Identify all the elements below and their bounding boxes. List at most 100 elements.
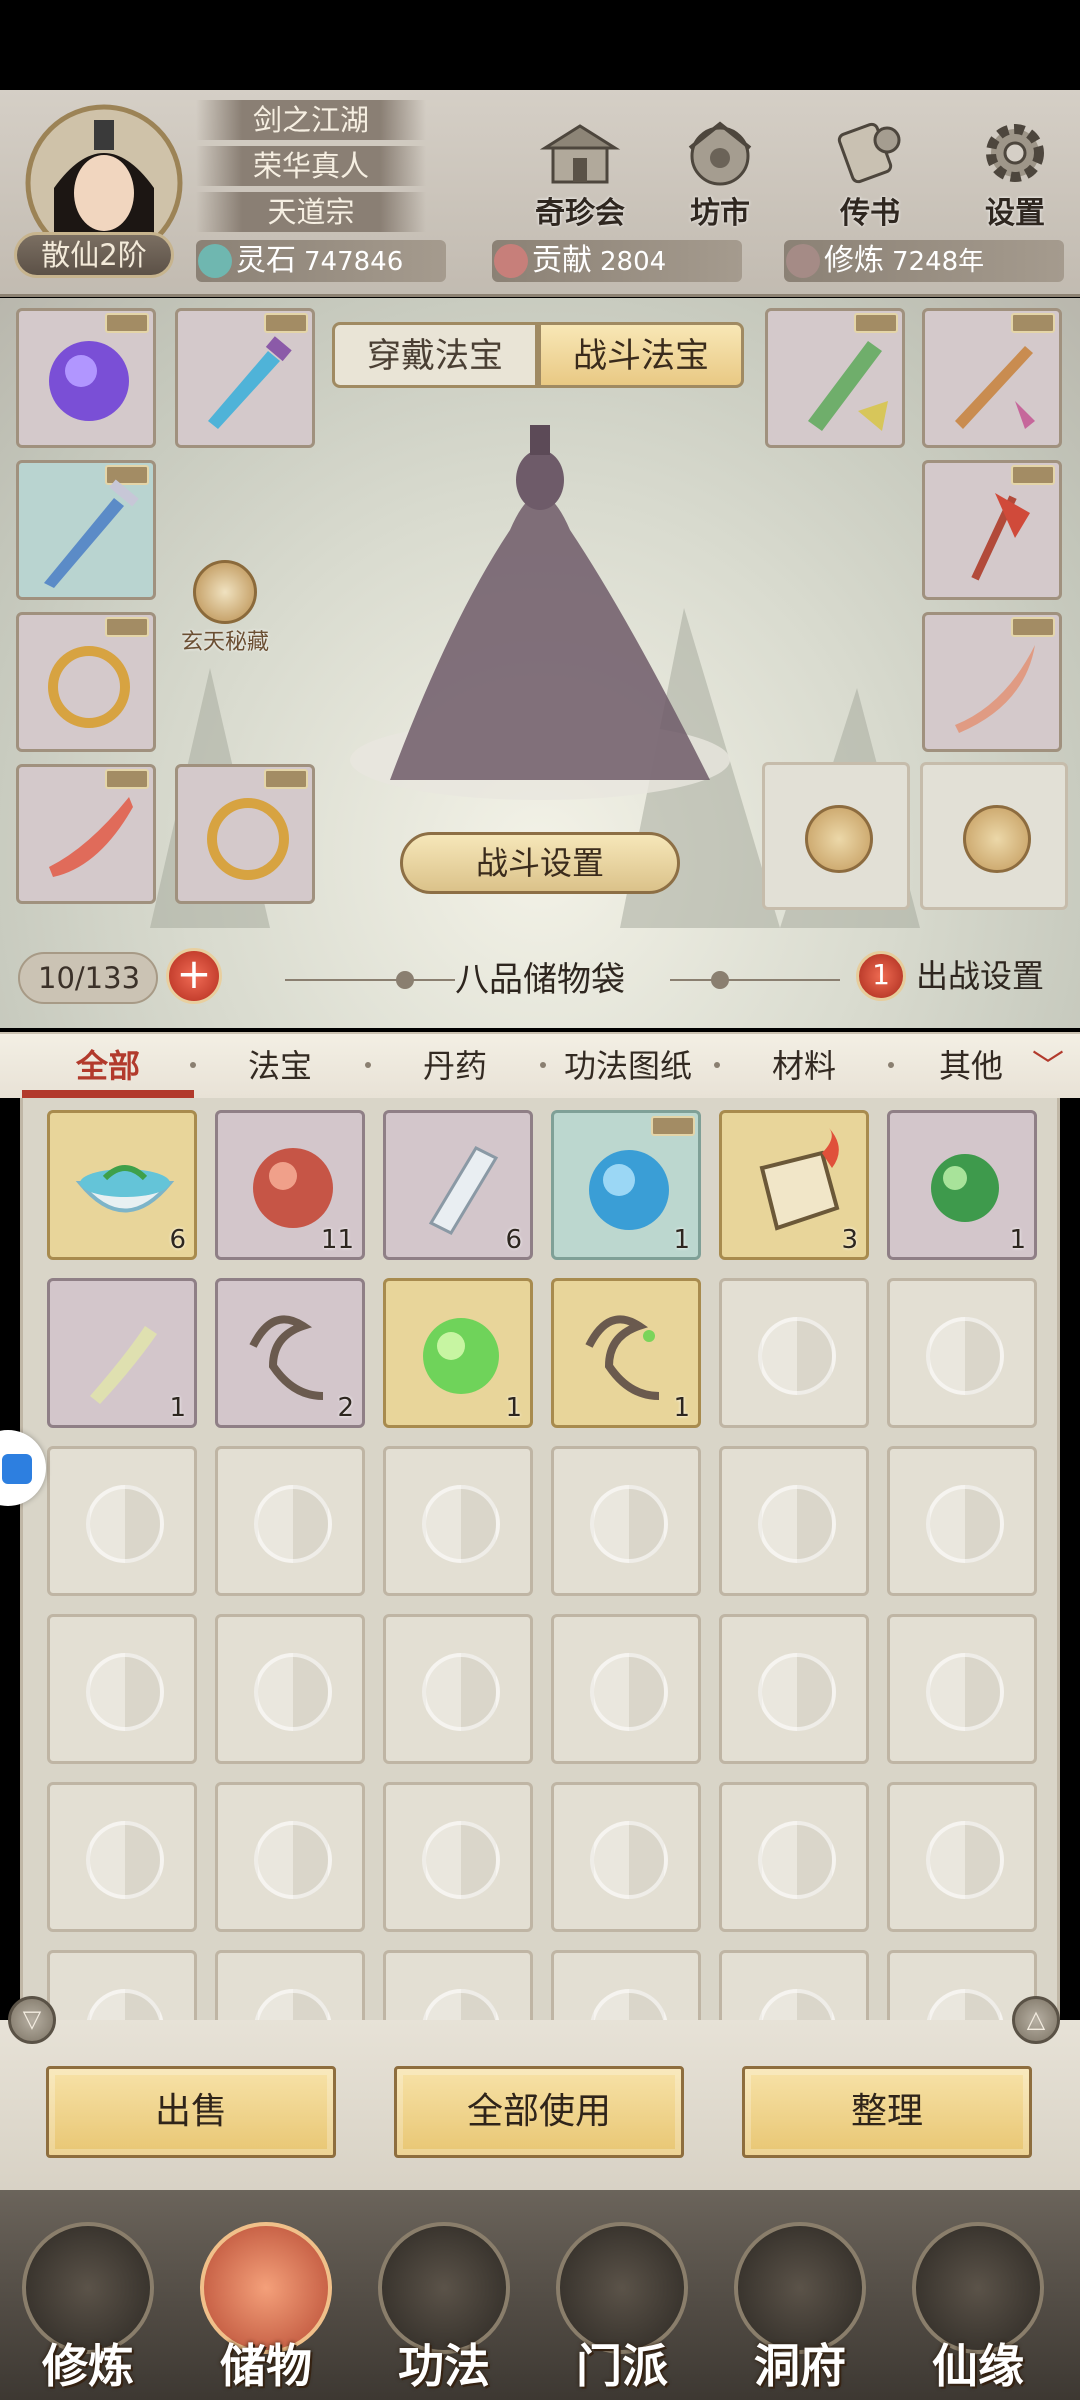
equip-slot[interactable] (16, 308, 156, 448)
gold-ring-icon (207, 798, 289, 880)
empty-slot[interactable] (887, 1614, 1037, 1764)
tab-worn-treasures[interactable]: 穿戴法宝 (332, 322, 538, 388)
settings-button[interactable]: 设置 (960, 118, 1070, 231)
nav-cave[interactable]: 洞府 (720, 2212, 880, 2400)
inventory-item[interactable]: 1 (887, 1110, 1037, 1260)
market-icon (688, 121, 752, 186)
lock-icon (963, 805, 1031, 873)
nav-cultivation[interactable]: 修炼 (8, 2212, 168, 2400)
equip-slot[interactable] (16, 764, 156, 904)
locked-slot[interactable] (920, 762, 1068, 910)
yin-yang-ornament-icon (670, 970, 840, 990)
inventory-item[interactable]: 1 (47, 1278, 197, 1428)
empty-slot[interactable] (383, 1446, 533, 1596)
treasure-pavilion-icon (539, 124, 621, 184)
empty-slot[interactable] (383, 1614, 533, 1764)
tab-materials[interactable]: 材料 (724, 1040, 884, 1092)
spirit-stone-display: 灵石 747846 (196, 240, 446, 282)
treasure-pavilion-button[interactable]: 奇珍会 (525, 118, 635, 231)
empty-slot[interactable] (215, 1446, 365, 1596)
tab-all[interactable]: 全部 (22, 1040, 194, 1092)
empty-slot[interactable] (383, 1782, 533, 1932)
cultivation-icon (786, 244, 820, 278)
gear-icon (986, 124, 1044, 182)
tab-treasures[interactable]: 法宝 (200, 1040, 360, 1092)
tab-battle-treasures[interactable]: 战斗法宝 (538, 322, 744, 388)
scroll-up-icon[interactable]: △ (1012, 1996, 1060, 2044)
empty-slot[interactable] (887, 1278, 1037, 1428)
chevron-down-icon[interactable]: ﹀ (1026, 1040, 1070, 1092)
inventory-item[interactable]: 3 (719, 1110, 869, 1260)
tab-other[interactable]: 其他 (896, 1040, 1046, 1092)
sort-button[interactable]: 整理 (742, 2066, 1032, 2158)
inventory-item[interactable]: 1 (551, 1110, 701, 1260)
locked-slot[interactable] (762, 762, 910, 910)
nav-storage[interactable]: 储物 (186, 2212, 346, 2400)
server-name: 剑之江湖 (196, 100, 426, 140)
blue-dagger-icon (208, 336, 292, 429)
inventory-item[interactable]: 6 (47, 1110, 197, 1260)
green-fan-icon (808, 341, 888, 431)
use-all-button[interactable]: 全部使用 (394, 2066, 684, 2158)
empty-slot[interactable] (719, 1614, 869, 1764)
tab-techniques[interactable]: 功法图纸 (548, 1040, 708, 1092)
sect-name: 天道宗 (196, 192, 426, 232)
empty-slot[interactable] (551, 1950, 701, 2028)
cultivation-time-display: 修炼 7248年 (784, 240, 1064, 282)
equip-slot[interactable] (765, 308, 905, 448)
scroll-down-icon[interactable]: ▽ (8, 1996, 56, 2044)
inventory-item[interactable]: 2 (215, 1278, 365, 1428)
assistant-icon (2, 1454, 32, 1484)
crystal-icon (428, 1146, 499, 1235)
battle-setup-button[interactable]: 1 出战设置 (850, 948, 1070, 1004)
notification-badge: 1 (856, 951, 906, 1001)
nav-techniques[interactable]: 功法 (364, 2212, 524, 2400)
empty-slot[interactable] (215, 1782, 365, 1932)
equip-slot[interactable] (16, 612, 156, 752)
empty-slot[interactable] (383, 1950, 533, 2028)
empty-slot[interactable] (887, 1782, 1037, 1932)
equip-slot[interactable] (922, 308, 1062, 448)
empty-slot[interactable] (47, 1614, 197, 1764)
player-name: 荣华真人 (196, 146, 426, 186)
inventory-item[interactable]: 1 (383, 1278, 533, 1428)
inventory-item[interactable]: 1 (551, 1278, 701, 1428)
xuantian-treasure-button[interactable]: 玄天秘藏 (170, 560, 280, 660)
contribution-display: 贡献 2804 (492, 240, 742, 282)
status-bar (0, 0, 1080, 90)
gold-spear-icon (955, 346, 1035, 429)
nav-sect[interactable]: 门派 (542, 2212, 702, 2400)
scroll-mail-icon (837, 122, 901, 184)
empty-slot[interactable] (551, 1614, 701, 1764)
empty-slot[interactable] (551, 1782, 701, 1932)
expand-bag-button[interactable]: + (166, 948, 222, 1004)
whip-icon (249, 1315, 324, 1400)
inventory-item[interactable]: 11 (215, 1110, 365, 1260)
vine-whip-icon (585, 1315, 660, 1400)
blue-orb-icon (589, 1150, 669, 1230)
empty-slot[interactable] (215, 1950, 365, 2028)
empty-slot[interactable] (215, 1614, 365, 1764)
equip-slot[interactable] (175, 764, 315, 904)
empty-slot[interactable] (47, 1782, 197, 1932)
battle-settings-button[interactable]: 战斗设置 (400, 832, 680, 894)
equip-slot[interactable] (16, 460, 156, 600)
inventory-item[interactable]: 6 (383, 1110, 533, 1260)
empty-slot[interactable] (719, 1446, 869, 1596)
sell-button[interactable]: 出售 (46, 2066, 336, 2158)
empty-slot[interactable] (887, 1446, 1037, 1596)
scroll-mail-button[interactable]: 传书 (815, 118, 925, 231)
tab-pills[interactable]: 丹药 (375, 1040, 535, 1092)
empty-slot[interactable] (719, 1278, 869, 1428)
empty-slot[interactable] (47, 1950, 197, 2028)
equip-slot[interactable] (175, 308, 315, 448)
equip-slot[interactable] (922, 612, 1062, 752)
empty-slot[interactable] (551, 1446, 701, 1596)
empty-slot[interactable] (719, 1782, 869, 1932)
nav-fate[interactable]: 仙缘 (898, 2212, 1058, 2400)
market-button[interactable]: 坊市 (665, 118, 775, 231)
equip-slot[interactable] (922, 460, 1062, 600)
character-silhouette-icon (350, 425, 730, 800)
empty-slot[interactable] (47, 1446, 197, 1596)
empty-slot[interactable] (719, 1950, 869, 2028)
